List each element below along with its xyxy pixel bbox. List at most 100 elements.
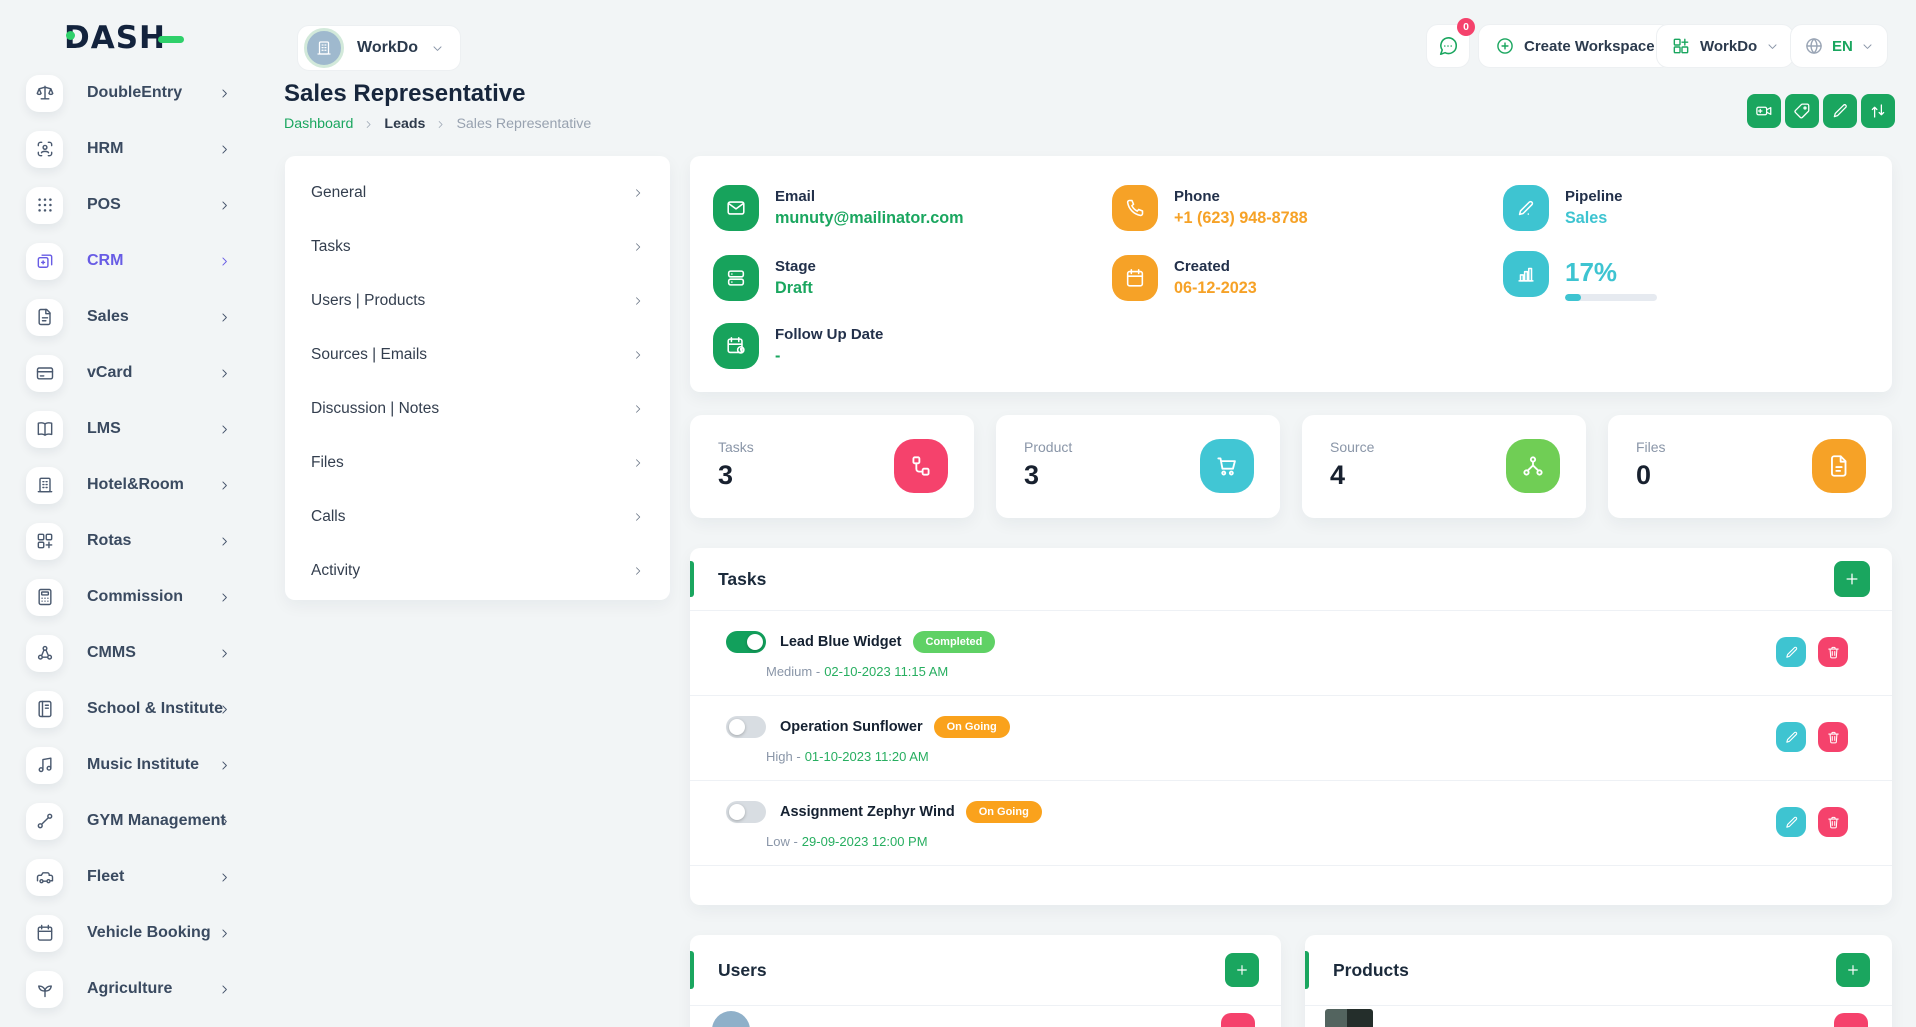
task-name: Lead Blue Widget xyxy=(780,634,902,650)
section-nav-item[interactable]: Sources | Emails xyxy=(285,328,670,382)
chevron-right-icon xyxy=(218,871,231,884)
breadcrumb-dashboard[interactable]: Dashboard xyxy=(284,116,353,132)
sidebar-item-label: DoubleEntry xyxy=(87,84,182,102)
sidebar-item[interactable]: CMMS xyxy=(0,625,281,681)
sidebar-item[interactable]: CRM xyxy=(0,233,281,289)
sidebar-item-label: Rotas xyxy=(87,532,131,550)
create-workspace-button[interactable]: Create Workspace xyxy=(1478,24,1672,68)
overview-email: Email munuty@mailinator.com xyxy=(713,185,963,231)
sidebar-item[interactable]: HRM xyxy=(0,121,281,177)
sidebar-item[interactable]: Music Institute xyxy=(0,737,281,793)
section-nav-item[interactable]: Files xyxy=(285,436,670,490)
sidebar-item[interactable]: POS xyxy=(0,177,281,233)
pencil-icon xyxy=(1784,645,1799,660)
logo-dash-accent xyxy=(158,36,184,43)
section-nav-item[interactable]: Calls xyxy=(285,490,670,544)
sidebar-module-icon xyxy=(35,475,55,495)
chevron-right-icon xyxy=(218,479,231,492)
sidebar-item[interactable]: Fleet xyxy=(0,849,281,905)
section-nav-item[interactable]: General xyxy=(285,166,670,220)
sidebar-module-icon xyxy=(35,251,55,271)
task-delete-button[interactable] xyxy=(1818,722,1848,752)
section-nav-label: Discussion | Notes xyxy=(311,400,439,418)
chevron-right-icon xyxy=(218,255,231,268)
phone-value: +1 (623) 948-8788 xyxy=(1174,209,1308,228)
users-header: Users xyxy=(690,935,1281,1005)
page-action-button[interactable] xyxy=(1747,94,1781,128)
add-user-button[interactable] xyxy=(1225,953,1259,987)
task-delete-button[interactable] xyxy=(1818,637,1848,667)
section-nav-item[interactable]: Discussion | Notes xyxy=(285,382,670,436)
task-complete-toggle[interactable] xyxy=(726,631,766,653)
stat-icon-box xyxy=(894,439,948,493)
task-priority: Medium - xyxy=(766,664,820,679)
sidebar-item-label: HRM xyxy=(87,140,123,158)
task-complete-toggle[interactable] xyxy=(726,801,766,823)
progress-bar xyxy=(1565,294,1657,301)
add-product-button[interactable] xyxy=(1836,953,1870,987)
workspace-selector[interactable]: WorkDo xyxy=(297,25,461,71)
stat-icon-box xyxy=(1200,439,1254,493)
overview-stage: Stage Draft xyxy=(713,255,816,301)
page-action-button[interactable] xyxy=(1861,94,1895,128)
section-nav-label: General xyxy=(311,184,366,202)
sidebar-item[interactable]: Hotel&Room xyxy=(0,457,281,513)
chevron-right-icon xyxy=(632,295,644,307)
section-nav-item[interactable]: Users | Products xyxy=(285,274,670,328)
section-nav-label: Files xyxy=(311,454,344,472)
messenger-button[interactable]: 0 xyxy=(1426,24,1470,68)
sidebar-item-label: vCard xyxy=(87,364,132,382)
app-switcher-dropdown[interactable]: WorkDo xyxy=(1656,24,1794,68)
section-nav-label: Users | Products xyxy=(311,292,425,310)
sidebar-item[interactable]: Agriculture xyxy=(0,961,281,1017)
sidebar-item-label: CRM xyxy=(87,252,123,270)
sidebar-item[interactable]: School & Institute xyxy=(0,681,281,737)
breadcrumb-leads[interactable]: Leads xyxy=(384,116,425,132)
sidebar-item[interactable]: Sales xyxy=(0,289,281,345)
task-delete-button[interactable] xyxy=(1818,807,1848,837)
page-action-button[interactable] xyxy=(1785,94,1819,128)
sidebar-item[interactable]: Vehicle Booking xyxy=(0,905,281,961)
remove-product-button[interactable] xyxy=(1834,1013,1868,1027)
page-title: Sales Representative xyxy=(284,80,525,108)
task-meta: High -01-10-2023 11:20 AM xyxy=(766,749,929,764)
created-icon-box xyxy=(1112,255,1158,301)
task-complete-toggle[interactable] xyxy=(726,716,766,738)
sidebar-item-label: School & Institute xyxy=(87,700,223,718)
sidebar-item[interactable]: DoubleEntry xyxy=(0,65,281,121)
task-edit-button[interactable] xyxy=(1776,722,1806,752)
sidebar-module-icon xyxy=(35,699,55,719)
stat-icon-box xyxy=(1812,439,1866,493)
trash-icon xyxy=(1826,730,1841,745)
section-nav-item[interactable]: Tasks xyxy=(285,220,670,274)
sidebar-item-label: Hotel&Room xyxy=(87,476,184,494)
section-accent-bar xyxy=(690,561,694,597)
section-nav-item[interactable]: Activity xyxy=(285,544,670,598)
sidebar-item[interactable]: Commission xyxy=(0,569,281,625)
stat-card: Source 4 xyxy=(1302,415,1586,518)
section-nav-label: Sources | Emails xyxy=(311,346,427,364)
remove-user-button[interactable] xyxy=(1221,1013,1255,1027)
task-edit-button[interactable] xyxy=(1776,807,1806,837)
add-task-button[interactable] xyxy=(1834,561,1870,597)
sidebar-item-label: POS xyxy=(87,196,121,214)
sidebar-item[interactable]: LMS xyxy=(0,401,281,457)
calendar-clock-icon xyxy=(725,335,747,357)
apps-plus-icon xyxy=(1671,36,1691,56)
page-actions xyxy=(1747,94,1895,128)
sidebar-item-label: LMS xyxy=(87,420,121,438)
user-avatar xyxy=(712,1011,750,1027)
stat-label: Source xyxy=(1330,439,1374,455)
brand-logo[interactable]: DASH xyxy=(64,16,184,60)
stat-value: 0 xyxy=(1636,460,1651,491)
page-action-button[interactable] xyxy=(1823,94,1857,128)
sidebar-item[interactable]: GYM Management xyxy=(0,793,281,849)
language-dropdown[interactable]: EN xyxy=(1790,24,1888,68)
sidebar-item[interactable]: vCard xyxy=(0,345,281,401)
create-workspace-label: Create Workspace xyxy=(1524,38,1655,55)
section-nav-label: Tasks xyxy=(311,238,351,256)
toggle-knob xyxy=(747,634,763,650)
task-edit-button[interactable] xyxy=(1776,637,1806,667)
sidebar-item[interactable]: Rotas xyxy=(0,513,281,569)
logo-dot-accent xyxy=(66,31,75,40)
